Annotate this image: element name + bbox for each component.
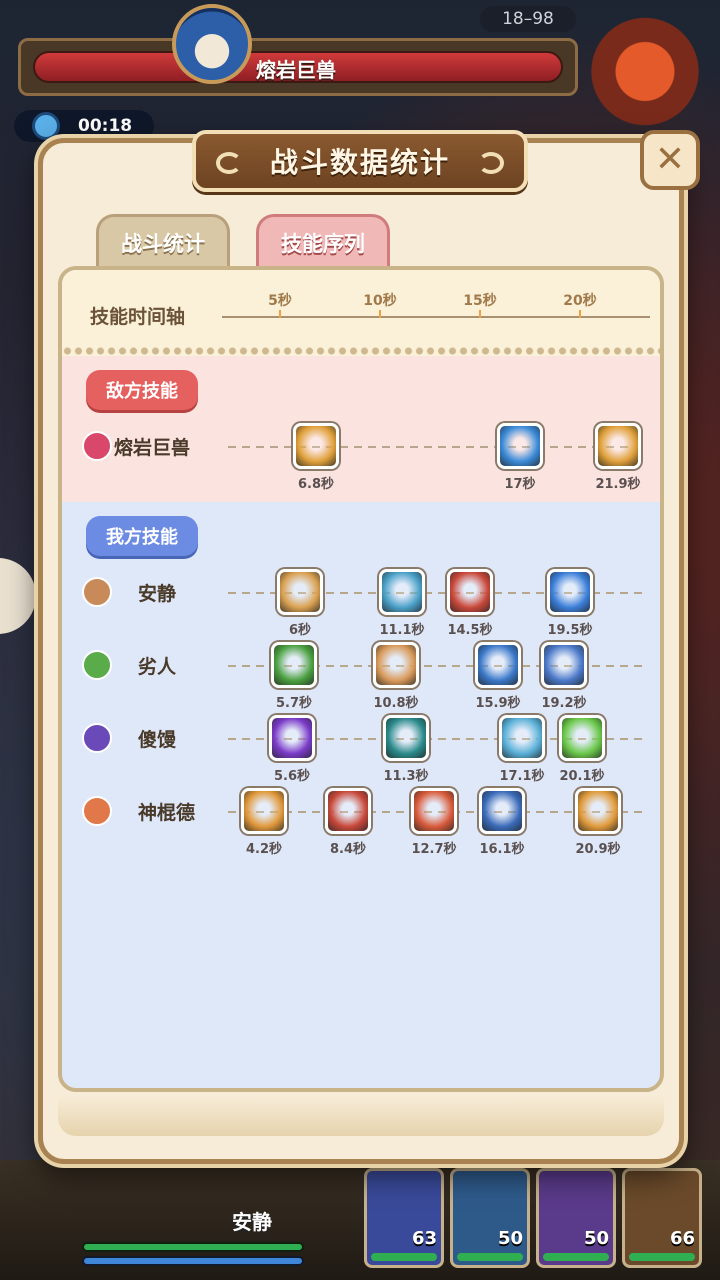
skill-cast-time: 6.8秒 [297,477,335,492]
hero-hp-bar [457,1253,523,1261]
player-name: 安静 [232,1210,272,1234]
skill-icon[interactable] [293,423,339,469]
skill-icon[interactable] [497,423,543,469]
paw-icon [82,796,112,826]
skill-cast-time: 5.7秒 [275,696,313,711]
skill-icon[interactable] [269,715,315,761]
skill-icon[interactable] [241,788,287,834]
hero-name: 熔岩巨兽 [114,437,191,459]
hero-card[interactable]: 63 [364,1168,444,1268]
skill-cast-time: 17.1秒 [499,769,545,784]
skill-sequence-panel: 技能时间轴 5秒 10秒 15秒 20秒 敌方技能 我方技能 熔岩巨兽 6.8秒 17秒 2… [58,266,664,1092]
skill-icon[interactable] [271,642,317,688]
rune-icon [82,723,112,753]
skill-cast-time: 5.6秒 [273,769,311,784]
hero-level: 50 [497,1228,523,1249]
timeline-tick [479,310,481,318]
alarm-clock-icon [32,112,60,140]
timeline-tick-label: 15秒 [463,293,497,309]
skill-cast-time: 16.1秒 [479,842,525,857]
timeline-tick-label: 5秒 [268,293,292,309]
skill-cast-time: 6秒 [288,623,312,638]
skill-icon[interactable] [547,569,593,615]
timeline-axis [222,316,650,318]
skill-cast-time: 21.9秒 [595,477,641,492]
skill-cast-time: 8.4秒 [329,842,367,857]
claw-icon [82,431,112,461]
leaf-icon [82,650,112,680]
skill-icon[interactable] [575,788,621,834]
timeline-tick [379,310,381,318]
timeline-label: 技能时间轴 [90,306,186,328]
hero-name: 傻馒 [138,729,177,751]
skill-timeline-track [228,446,646,448]
hero-hp-bar [629,1253,695,1261]
tab-battle-stats[interactable]: 战斗统计 [96,214,230,268]
skill-cast-time: 11.1秒 [379,623,425,638]
player-mp-bar [82,1256,304,1266]
footer-silhouette-decoration [58,1096,664,1136]
skill-cast-time: 10.8秒 [373,696,419,711]
skill-cast-time: 4.2秒 [245,842,283,857]
skill-cast-time: 17秒 [504,477,536,492]
close-icon: ✕ [654,139,686,180]
player-hp-bar [82,1242,304,1252]
skill-icon[interactable] [475,642,521,688]
timeline-tick [279,310,281,318]
level-range-badge: 18–98 [480,6,576,32]
timer-text: 00:18 [78,116,133,136]
skill-icon[interactable] [559,715,605,761]
skill-icon[interactable] [541,642,587,688]
skill-cast-time: 12.7秒 [411,842,457,857]
timeline-header: 技能时间轴 5秒 10秒 15秒 20秒 [62,270,660,356]
skill-icon[interactable] [479,788,525,834]
dialog-title-banner: 战斗数据统计 [192,130,528,192]
swirl-right-icon [478,152,504,174]
hero-name: 神棍德 [138,802,196,824]
skill-cast-time: 14.5秒 [447,623,493,638]
enemy-skills-section: 敌方技能 [62,356,660,502]
skill-icon[interactable] [411,788,457,834]
timeline-tick [579,310,581,318]
ally-section-label: 我方技能 [86,516,198,556]
tab-skill-sequence[interactable]: 技能序列 [256,214,390,268]
hero-card[interactable]: 66 [622,1168,702,1268]
skill-icon[interactable] [325,788,371,834]
hero-hp-bar [543,1253,609,1261]
hero-level: 50 [583,1228,609,1249]
skill-cast-time: 19.5秒 [547,623,593,638]
hero-name: 安静 [138,583,177,605]
skill-cast-time: 20.1秒 [559,769,605,784]
skill-cast-time: 15.9秒 [475,696,521,711]
close-button[interactable]: ✕ [640,130,700,190]
beast-icon [82,577,112,607]
dragon-emblem-icon [580,0,710,130]
hero-level: 63 [411,1228,437,1249]
skill-icon[interactable] [379,569,425,615]
boss-name: 熔岩巨兽 [256,58,336,82]
skill-icon[interactable] [277,569,323,615]
skill-icon[interactable] [447,569,493,615]
skill-icon[interactable] [373,642,419,688]
boss-avatar [172,4,252,84]
dialog-title: 战斗数据统计 [269,146,450,179]
skill-cast-time: 20.9秒 [575,842,621,857]
timeline-tick-label: 10秒 [363,293,397,309]
timeline-tick-label: 20秒 [563,293,597,309]
swirl-left-icon [216,152,242,174]
enemy-section-label: 敌方技能 [86,370,198,410]
skill-icon[interactable] [383,715,429,761]
hero-card[interactable]: 50 [536,1168,616,1268]
hero-card[interactable]: 50 [450,1168,530,1268]
skill-cast-time: 11.3秒 [383,769,429,784]
hero-level: 66 [669,1228,695,1249]
skill-icon[interactable] [595,423,641,469]
hero-name: 劣人 [138,656,177,678]
scallop-divider [62,346,660,356]
hero-hp-bar [371,1253,437,1261]
skill-icon[interactable] [499,715,545,761]
skill-cast-time: 19.2秒 [541,696,587,711]
